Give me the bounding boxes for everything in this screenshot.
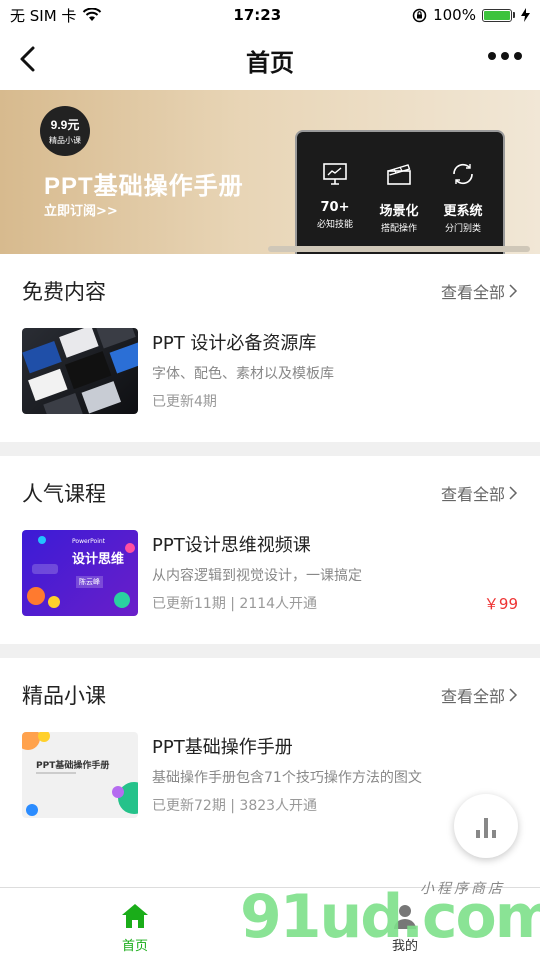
thumb-caption-title: PPT基础操作手册 xyxy=(36,761,110,771)
chevron-right-icon xyxy=(509,284,518,298)
clapperboard-icon xyxy=(387,164,411,185)
view-all-link[interactable]: 查看全部 xyxy=(441,683,518,707)
badge-price: 9.9元 xyxy=(50,118,80,132)
item-title: PPT 设计必备资源库 xyxy=(152,333,317,354)
tab-mine[interactable]: 我的 xyxy=(270,888,540,960)
tab-home[interactable]: 首页 xyxy=(0,888,270,960)
section-divider xyxy=(0,644,540,658)
price-badge: 9.9元 精品小课 xyxy=(40,106,90,156)
banner-title: PPT基础操作手册 xyxy=(44,173,244,200)
thumbnail: PPT基础操作手册 xyxy=(22,732,138,818)
feature-label: 搭配操作 xyxy=(380,224,417,234)
view-all-label: 查看全部 xyxy=(440,687,505,706)
item-price: ￥99 xyxy=(483,595,518,613)
list-item[interactable]: PPT 设计必备资源库 字体、配色、素材以及模板库 已更新4期 xyxy=(22,328,518,418)
item-description: 字体、配色、素材以及模板库 xyxy=(152,366,334,382)
clock: 17:23 xyxy=(233,6,282,24)
wifi-icon xyxy=(83,8,102,21)
item-meta: 已更新4期 xyxy=(152,394,217,410)
thumbnail xyxy=(22,328,138,414)
item-description: 基础操作手册包含71个技巧操作方法的图文 xyxy=(152,770,422,786)
tab-label: 首页 xyxy=(121,939,148,954)
section-popular: 人气课程 查看全部 PowerPoint 设计思维 陈云峰 PPT设计思维视频课… xyxy=(0,456,540,620)
view-all-link[interactable]: 查看全部 xyxy=(441,279,518,303)
user-icon xyxy=(394,905,416,929)
page-title: 首页 xyxy=(246,48,294,77)
thumb-caption-title: 设计思维 xyxy=(72,552,125,567)
chevron-right-icon xyxy=(509,486,518,500)
feature-skills: 70+ 必知技能 xyxy=(305,162,365,230)
more-menu-icon[interactable] xyxy=(488,52,522,60)
item-title: PPT基础操作手册 xyxy=(152,737,293,758)
badge-text: 精品小课 xyxy=(49,136,81,145)
list-item[interactable]: PowerPoint 设计思维 陈云峰 PPT设计思维视频课 从内容逻辑到视觉设… xyxy=(22,530,518,620)
thumbnail: PowerPoint 设计思维 陈云峰 xyxy=(22,530,138,616)
feature-label: 必知技能 xyxy=(316,220,353,230)
battery-icon xyxy=(481,8,515,22)
feature-system: 更系统 分门别类 xyxy=(433,162,493,234)
item-description: 从内容逻辑到视觉设计，一课搞定 xyxy=(152,568,362,584)
status-bar: 无 SIM 卡 17:23 100% xyxy=(0,0,540,30)
feature-value: 更系统 xyxy=(443,204,483,219)
feature-scenes: 场景化 搭配操作 xyxy=(369,162,429,234)
presentation-icon xyxy=(323,163,347,185)
section-title: 人气课程 xyxy=(22,482,106,506)
home-icon xyxy=(122,904,148,928)
section-divider xyxy=(0,442,540,456)
item-meta: 已更新11期 | 2114人开通 xyxy=(152,596,318,612)
feature-value: 场景化 xyxy=(379,204,419,219)
section-title: 精品小课 xyxy=(22,684,106,708)
battery-percent: 100% xyxy=(433,6,476,24)
view-all-label: 查看全部 xyxy=(440,283,505,302)
section-premium: 精品小课 查看全部 PPT基础操作手册 PPT基础操作手册 基础操作手册包含71… xyxy=(0,658,540,822)
thumb-caption-name: 陈云峰 xyxy=(76,576,103,588)
carrier-label: 无 SIM 卡 xyxy=(10,6,77,25)
chevron-right-icon xyxy=(509,688,518,702)
laptop-base xyxy=(268,246,530,252)
view-all-label: 查看全部 xyxy=(440,485,505,504)
laptop-illustration: 70+ 必知技能 场景化 搭配操作 更系统 分门别类 xyxy=(295,130,505,254)
promo-banner[interactable]: 9.9元 精品小课 PPT基础操作手册 立即订阅>> 70+ 必知技能 场景化 … xyxy=(0,90,540,254)
view-all-link[interactable]: 查看全部 xyxy=(441,481,518,505)
feature-value: 70+ xyxy=(320,200,350,215)
list-item[interactable]: PPT基础操作手册 PPT基础操作手册 基础操作手册包含71个技巧操作方法的图文… xyxy=(22,732,518,822)
navigation-bar: 首页 xyxy=(0,30,540,90)
section-free: 免费内容 查看全部 PPT 设计必备资源库 字体、配色、素材以及模板库 已更新4… xyxy=(0,254,540,418)
subscribe-link[interactable]: 立即订阅>> xyxy=(44,200,118,219)
section-title: 免费内容 xyxy=(22,280,106,304)
item-title: PPT设计思维视频课 xyxy=(152,535,311,556)
back-arrow-icon[interactable] xyxy=(14,44,44,74)
refresh-icon xyxy=(453,163,473,185)
floating-stats-button[interactable] xyxy=(454,794,518,858)
feature-label: 分门别类 xyxy=(444,224,481,234)
charging-icon xyxy=(520,8,530,22)
tab-label: 我的 xyxy=(391,939,418,954)
thumb-caption-top: PowerPoint xyxy=(72,538,106,545)
tab-bar: 首页 我的 xyxy=(0,887,540,960)
rotation-lock-icon xyxy=(412,8,427,22)
